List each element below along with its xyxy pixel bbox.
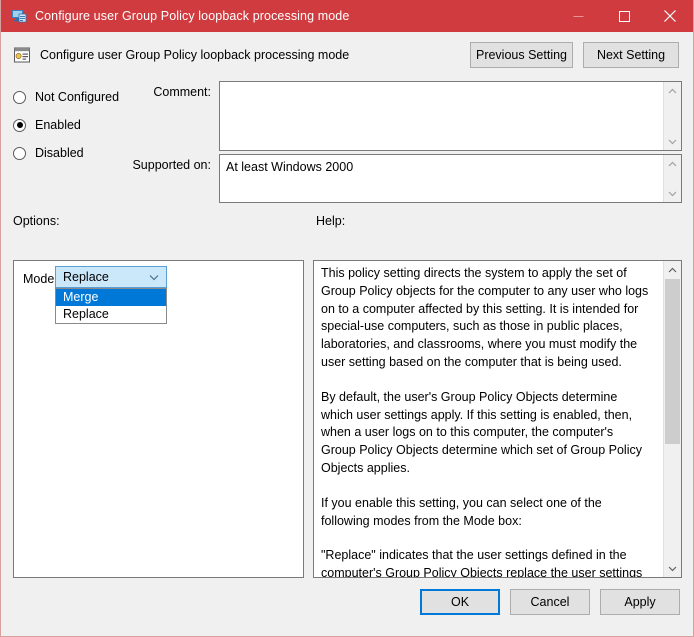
- help-scrollbar[interactable]: [663, 261, 681, 577]
- radio-mark-icon: [13, 91, 26, 104]
- help-panel: This policy setting directs the system t…: [313, 260, 682, 578]
- chevron-down-icon[interactable]: [664, 185, 681, 202]
- help-paragraph: If you enable this setting, you can sele…: [321, 495, 651, 531]
- mode-dropdown-list[interactable]: Merge Replace: [55, 288, 167, 324]
- radio-mark-icon: [13, 119, 26, 132]
- policy-setting-icon: [13, 46, 31, 64]
- chevron-up-icon[interactable]: [664, 82, 681, 99]
- previous-setting-button[interactable]: Previous Setting: [470, 42, 573, 68]
- window-controls: [555, 0, 693, 32]
- mode-label: Mode:: [23, 272, 58, 286]
- help-label: Help:: [316, 214, 345, 228]
- comment-scrollbar[interactable]: [663, 82, 681, 150]
- comment-label: Comment:: [101, 85, 211, 99]
- state-and-metadata-section: Not Configured Enabled Disabled Comment:: [1, 78, 693, 210]
- supported-on-scrollbar[interactable]: [663, 155, 681, 202]
- help-paragraph: "Replace" indicates that the user settin…: [321, 547, 651, 578]
- setting-header: Configure user Group Policy loopback pro…: [1, 32, 693, 78]
- chevron-up-icon[interactable]: [664, 155, 681, 172]
- mode-combobox[interactable]: Replace: [55, 266, 167, 288]
- policy-setting-dialog: Configure user Group Policy loopback pro…: [0, 0, 694, 637]
- comment-textbox[interactable]: [219, 81, 682, 151]
- maximize-icon[interactable]: [601, 0, 647, 32]
- mode-option-merge[interactable]: Merge: [56, 289, 166, 306]
- help-paragraph: By default, the user's Group Policy Obje…: [321, 389, 651, 478]
- close-icon[interactable]: [647, 0, 693, 32]
- options-panel: Mode: Replace Merge Replace: [13, 260, 304, 578]
- mode-combobox-value: Replace: [63, 270, 109, 284]
- chevron-down-icon[interactable]: [664, 133, 681, 150]
- help-scrollbar-thumb[interactable]: [665, 279, 680, 444]
- group-policy-window-icon: [11, 8, 27, 24]
- minimize-icon[interactable]: [555, 0, 601, 32]
- chevron-down-icon[interactable]: [664, 560, 681, 577]
- panel-headings: Options: Help:: [1, 210, 693, 238]
- ok-button[interactable]: OK: [420, 589, 500, 615]
- options-label: Options:: [13, 214, 60, 228]
- radio-label-disabled: Disabled: [35, 146, 84, 160]
- next-setting-button[interactable]: Next Setting: [583, 42, 679, 68]
- apply-button[interactable]: Apply: [600, 589, 680, 615]
- setting-nav-buttons: Previous Setting Next Setting: [470, 42, 679, 68]
- help-text: This policy setting directs the system t…: [321, 265, 651, 578]
- supported-on-label: Supported on:: [101, 158, 211, 172]
- cancel-button[interactable]: Cancel: [510, 589, 590, 615]
- window-title: Configure user Group Policy loopback pro…: [35, 9, 349, 23]
- title-bar: Configure user Group Policy loopback pro…: [1, 0, 693, 32]
- supported-on-textbox[interactable]: At least Windows 2000: [219, 154, 682, 203]
- radio-label-enabled: Enabled: [35, 118, 81, 132]
- setting-title: Configure user Group Policy loopback pro…: [40, 48, 349, 62]
- help-paragraph: This policy setting directs the system t…: [321, 265, 651, 372]
- radio-enabled[interactable]: Enabled: [13, 111, 193, 139]
- supported-on-value: At least Windows 2000: [226, 159, 659, 175]
- dialog-footer: OK Cancel Apply: [1, 579, 693, 636]
- radio-mark-icon: [13, 147, 26, 160]
- chevron-up-icon[interactable]: [664, 261, 681, 278]
- chevron-down-icon[interactable]: [149, 274, 159, 281]
- dialog-action-buttons: OK Cancel Apply: [420, 589, 680, 615]
- mode-option-replace[interactable]: Replace: [56, 306, 166, 323]
